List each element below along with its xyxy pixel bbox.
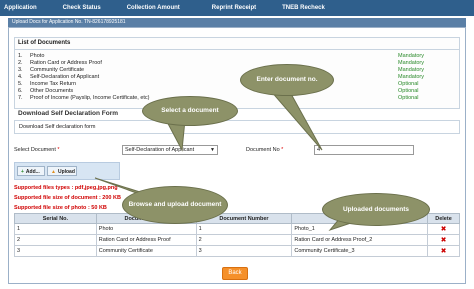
callout-browse-upload: Browse and upload document bbox=[122, 186, 228, 224]
callout-select-doc: Select a document bbox=[142, 96, 238, 126]
callout-tail bbox=[268, 89, 323, 151]
callout-uploaded-docs: Uploaded documents bbox=[322, 193, 430, 226]
callout-enter-doc-no: Enter document no. bbox=[240, 64, 334, 96]
callout-pointers bbox=[94, 89, 361, 232]
